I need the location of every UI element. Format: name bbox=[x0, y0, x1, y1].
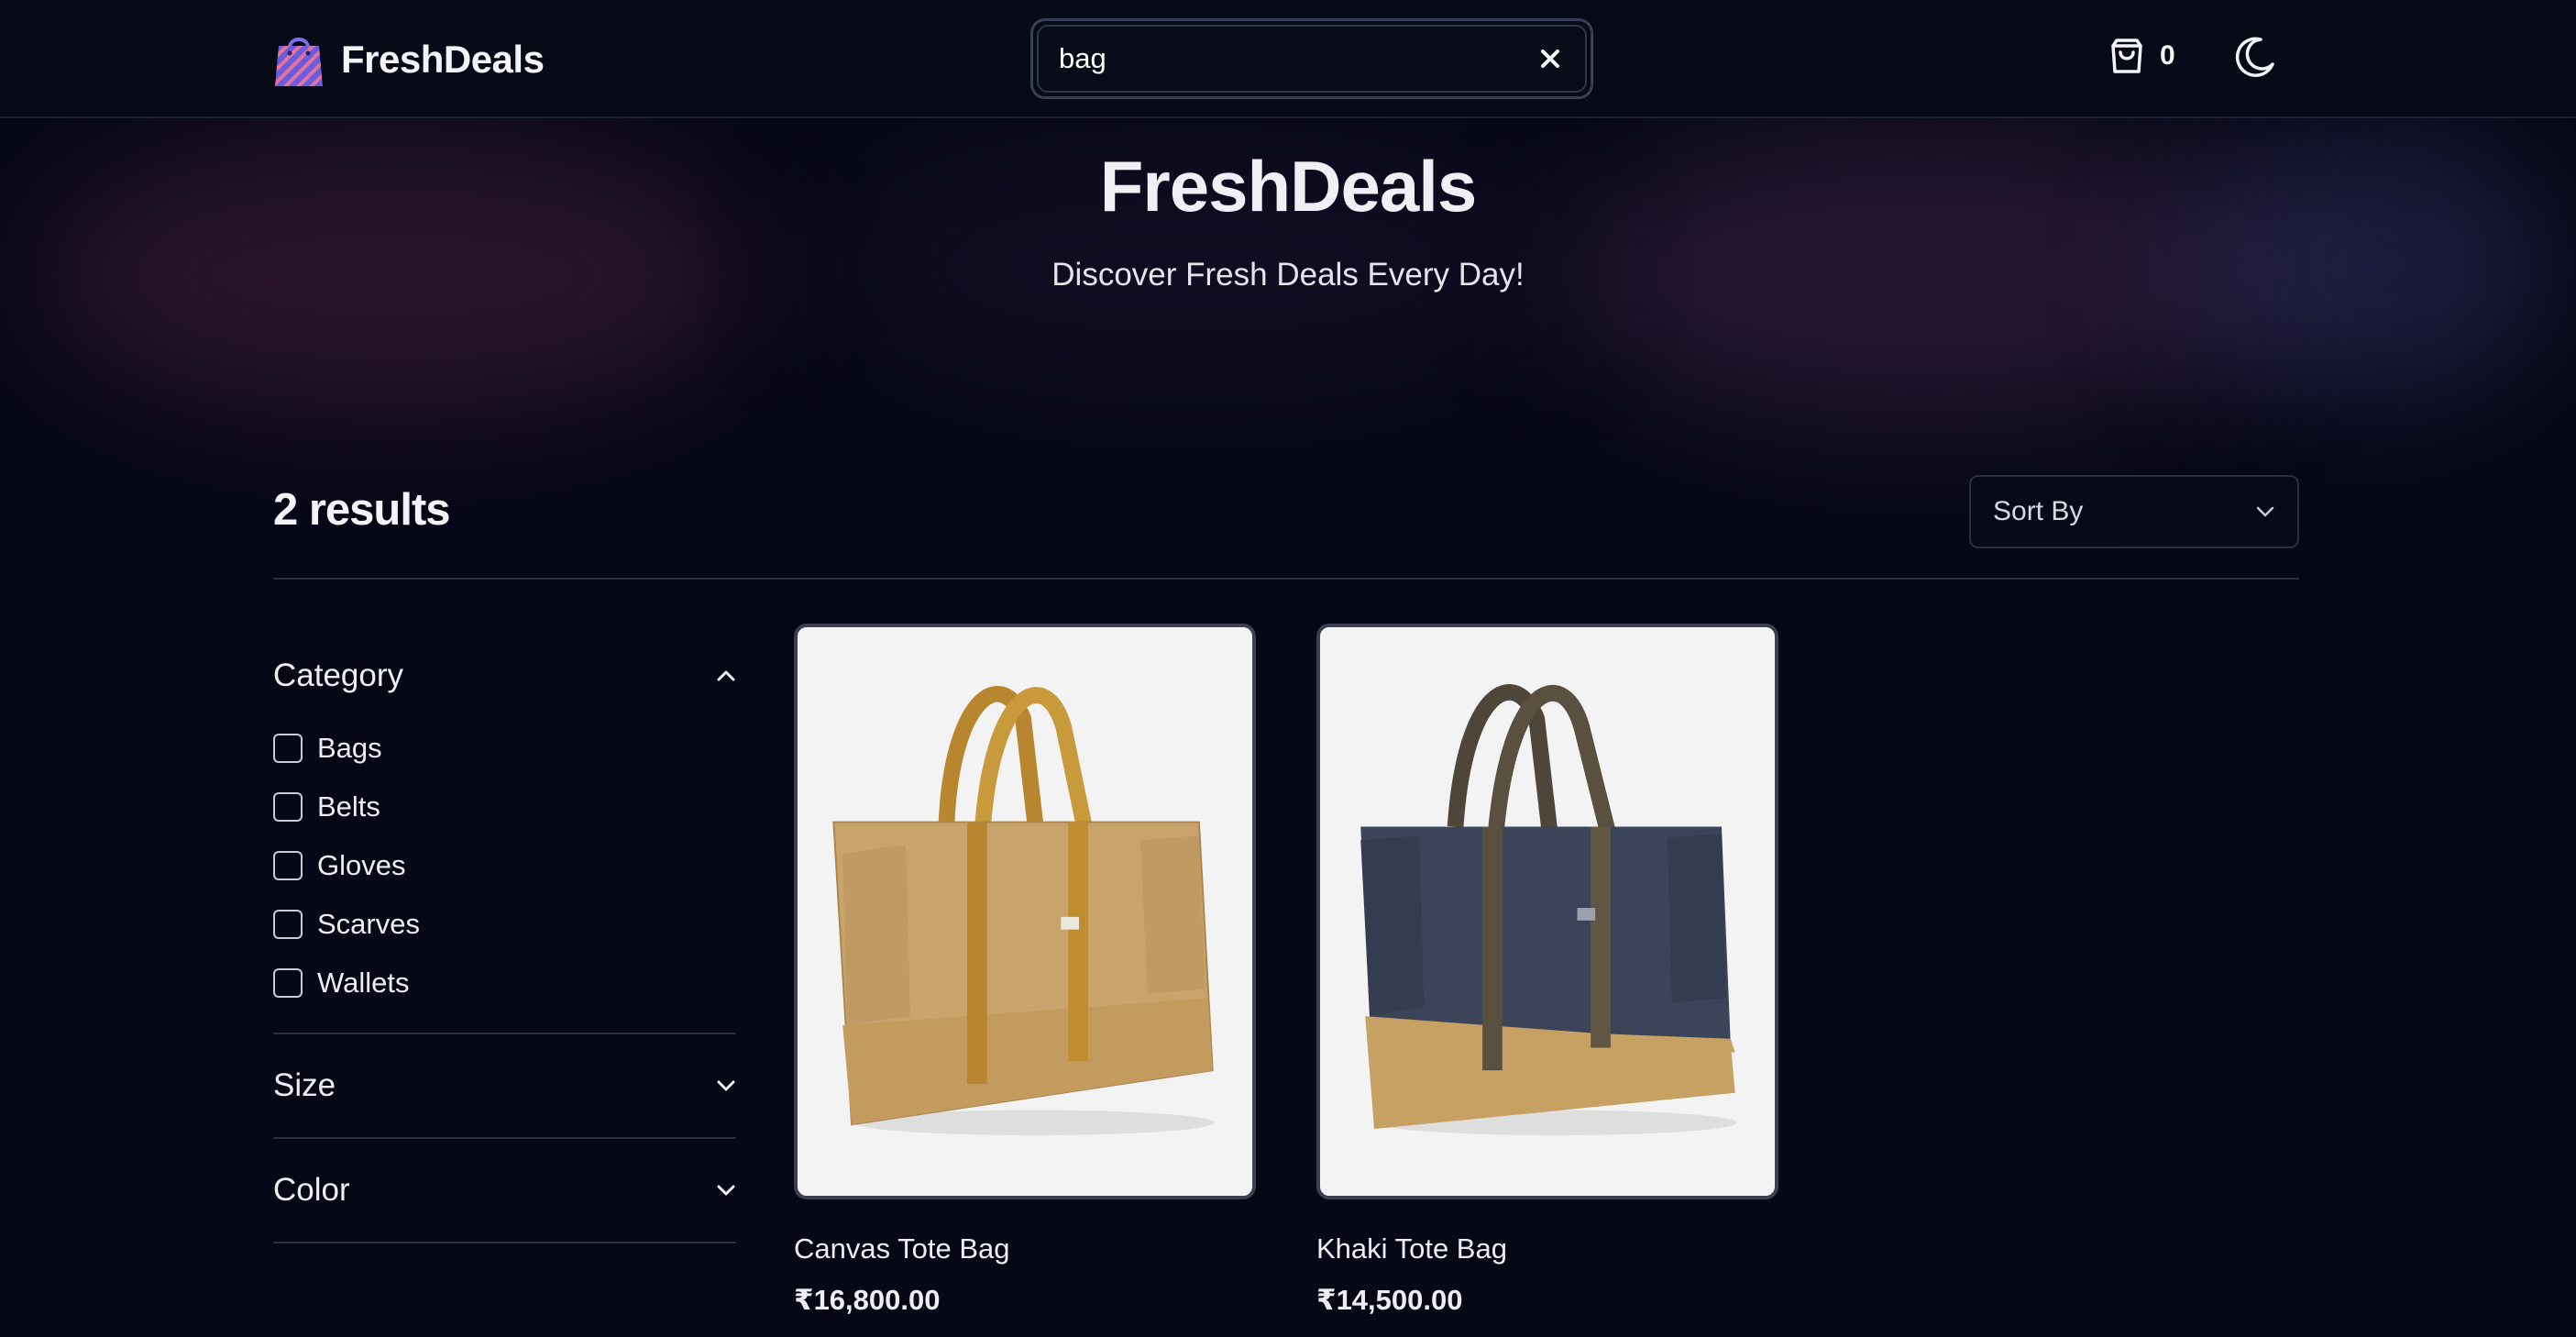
option-label: Belts bbox=[317, 790, 380, 823]
option-label: Gloves bbox=[317, 849, 406, 881]
shopping-bag-icon bbox=[275, 38, 323, 86]
chevron-down-icon bbox=[717, 1080, 735, 1091]
brand-name: FreshDeals bbox=[341, 38, 545, 81]
filter-option-scarves[interactable]: Scarves bbox=[273, 895, 736, 954]
chevron-up-icon bbox=[717, 670, 735, 681]
filter-option-wallets[interactable]: Wallets bbox=[273, 954, 736, 1012]
product-price: ₹16,800.00 bbox=[794, 1284, 941, 1316]
checkbox[interactable] bbox=[273, 734, 303, 763]
sort-label: Sort By bbox=[1993, 496, 2084, 526]
checkbox[interactable] bbox=[273, 968, 303, 998]
filters-sidebar: Category Bags Belts Gloves Scarves Walle… bbox=[273, 633, 736, 1243]
filter-category-title: Category bbox=[273, 657, 404, 693]
checkbox[interactable] bbox=[273, 792, 303, 822]
filter-color-title: Color bbox=[273, 1172, 350, 1208]
product-image[interactable] bbox=[1316, 624, 1778, 1199]
product-card[interactable]: Khaki Tote Bag ₹14,500.00 bbox=[1316, 624, 1778, 1317]
product-name[interactable]: Canvas Tote Bag bbox=[794, 1232, 1256, 1265]
product-price: ₹14,500.00 bbox=[1316, 1284, 1463, 1316]
filter-size-title: Size bbox=[273, 1067, 336, 1103]
moon-icon[interactable] bbox=[2233, 35, 2277, 79]
hero-subtitle: Discover Fresh Deals Every Day! bbox=[1051, 257, 1525, 293]
cart-button[interactable]: 0 bbox=[2108, 37, 2175, 75]
product-name[interactable]: Khaki Tote Bag bbox=[1316, 1232, 1778, 1265]
checkbox[interactable] bbox=[273, 910, 303, 939]
search-input[interactable] bbox=[1059, 42, 1536, 75]
category-options: Bags Belts Gloves Scarves Wallets bbox=[273, 719, 736, 1033]
search-box bbox=[1030, 18, 1593, 99]
product-card[interactable]: Canvas Tote Bag ₹16,800.00 bbox=[794, 624, 1256, 1317]
close-icon[interactable] bbox=[1536, 44, 1565, 73]
filter-option-gloves[interactable]: Gloves bbox=[273, 836, 736, 895]
filter-color-header[interactable]: Color bbox=[273, 1139, 736, 1242]
option-label: Wallets bbox=[317, 967, 410, 999]
divider bbox=[273, 578, 2299, 580]
divider bbox=[273, 1242, 736, 1243]
option-label: Bags bbox=[317, 732, 382, 764]
shopping-bag-outline-icon bbox=[2111, 39, 2142, 73]
checkbox[interactable] bbox=[273, 851, 303, 880]
sort-dropdown[interactable]: Sort By bbox=[1969, 475, 2299, 548]
filter-category-header[interactable]: Category bbox=[273, 633, 736, 719]
product-grid: Canvas Tote Bag ₹16,800.00 Khaki Tote Ba… bbox=[794, 624, 1778, 1317]
option-label: Scarves bbox=[317, 908, 420, 940]
results-count: 2 results bbox=[273, 485, 451, 535]
tote-bag-image bbox=[832, 686, 1215, 1136]
filter-option-bags[interactable]: Bags bbox=[273, 719, 736, 778]
chevron-down-icon bbox=[2256, 506, 2274, 517]
top-navbar: FreshDeals 0 bbox=[0, 0, 2576, 118]
search-field-container bbox=[1037, 25, 1587, 93]
chevron-down-icon bbox=[717, 1185, 735, 1196]
cart-count: 0 bbox=[2160, 40, 2175, 71]
filter-size-header[interactable]: Size bbox=[273, 1034, 736, 1137]
product-image[interactable] bbox=[794, 624, 1256, 1199]
hero-title: FreshDeals bbox=[1099, 146, 1478, 227]
brand-logo[interactable]: FreshDeals bbox=[273, 31, 545, 88]
filter-option-belts[interactable]: Belts bbox=[273, 778, 736, 836]
tote-bag-image bbox=[1360, 684, 1737, 1136]
